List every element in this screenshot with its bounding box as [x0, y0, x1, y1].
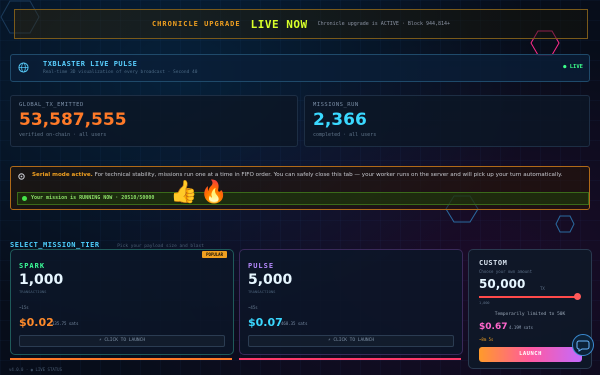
stat-caption: verified on-chain · all users — [19, 132, 107, 138]
pulse-title: TXBLASTER LIVE PULSE — [43, 60, 138, 68]
tier-sats: 468.35 sats — [281, 321, 308, 326]
tier-unit: TRANSACTIONS — [248, 289, 276, 294]
hexagon-decoration — [555, 215, 575, 233]
custom-amount[interactable]: 50,000 — [479, 277, 525, 291]
gear-icon — [18, 173, 25, 180]
tier-count: 1,000 — [19, 272, 64, 288]
tier-card-spark[interactable]: POPULAR SPARK 1,000 TRANSACTIONS ~15s $0… — [10, 249, 234, 355]
tier-count: 5,000 — [248, 272, 293, 288]
custom-unit: TX — [540, 286, 545, 291]
limit-note: Temporarily limited to 50K — [494, 312, 566, 317]
mission-status-text: Your mission is RUNNING NOW · 20510/5000… — [31, 195, 155, 201]
section-title: SELECT_MISSION_TIER — [10, 241, 100, 249]
chat-button[interactable] — [572, 334, 594, 356]
status-dot — [22, 196, 27, 201]
pulse-subtitle: Real-time 3D visualization of every broa… — [43, 70, 198, 75]
mission-status-bar: Your mission is RUNNING NOW · 20510/5000… — [17, 192, 589, 205]
card-bottom-accent — [239, 358, 461, 360]
live-now-text: LIVE NOW — [250, 17, 308, 31]
chat-bubble-icon — [576, 340, 590, 352]
slider-min-label: 1,000 — [479, 301, 490, 305]
custom-eta: ~8m 5s — [479, 337, 494, 342]
launch-button[interactable]: LAUNCH — [479, 347, 582, 362]
globe-icon — [18, 62, 29, 73]
amount-slider-track[interactable] — [479, 296, 579, 298]
live-pulse-panel[interactable]: TXBLASTER LIVE PULSE Real-time 3D visual… — [10, 54, 590, 82]
card-bottom-accent — [10, 358, 232, 360]
banner-label: CHRONICLE UPGRADE — [151, 20, 241, 28]
tx-emitted-card: GLOBAL_TX_EMITTED 53,587,555 verified on… — [10, 95, 298, 147]
missions-run-card: MISSIONS_RUN 2,366 completed · all users — [304, 95, 590, 147]
tier-eta: ~15s — [19, 305, 29, 310]
live-badge: ● LIVE — [563, 64, 583, 70]
tier-eta: ~45s — [248, 305, 258, 310]
stat-value: 2,366 — [313, 110, 367, 130]
tier-price: $0.07 — [248, 316, 283, 329]
launch-pulse-button[interactable]: ⚡ CLICK TO LAUNCH — [248, 335, 454, 347]
tier-price: $0.02 — [19, 316, 54, 329]
upgrade-banner: CHRONICLE UPGRADE LIVE NOW Chronicle upg… — [14, 9, 588, 39]
launch-spark-button[interactable]: ⚡ CLICK TO LAUNCH — [19, 335, 225, 347]
tier-name: PULSE — [248, 262, 275, 270]
custom-sats: 4.19M sats — [509, 325, 534, 330]
custom-price: $0.67 — [479, 322, 508, 332]
custom-hint: Choose your own amount — [479, 269, 532, 274]
stat-caption: completed · all users — [313, 132, 377, 138]
popular-badge: POPULAR — [202, 251, 227, 258]
footer-version: v4.0.0 · ◉ LIVE STATUS — [9, 367, 62, 372]
tier-sats: 135.75 sats — [52, 321, 79, 326]
serial-mode-notice: Serial mode active. For technical stabil… — [10, 166, 590, 210]
stat-label: GLOBAL_TX_EMITTED — [19, 102, 84, 108]
fire-icon: 🔥 — [200, 180, 228, 205]
custom-title: CUSTOM — [479, 259, 508, 267]
stat-value: 53,587,555 — [19, 110, 127, 130]
serial-text: Serial mode active. For technical stabil… — [32, 171, 587, 180]
serial-lead: Serial mode active. — [32, 172, 93, 178]
serial-body: For technical stability, missions run on… — [92, 172, 563, 178]
amount-slider-thumb[interactable] — [574, 293, 581, 300]
tier-card-pulse[interactable]: PULSE 5,000 TRANSACTIONS ~45s $0.07 468.… — [239, 249, 463, 355]
tier-unit: TRANSACTIONS — [19, 289, 47, 294]
banner-note: Chronicle upgrade is ACTIVE · Block 944,… — [317, 21, 451, 27]
thumbs-up-icon: 👍 — [170, 180, 198, 205]
tier-name: SPARK — [19, 262, 46, 270]
stat-label: MISSIONS_RUN — [313, 102, 359, 108]
